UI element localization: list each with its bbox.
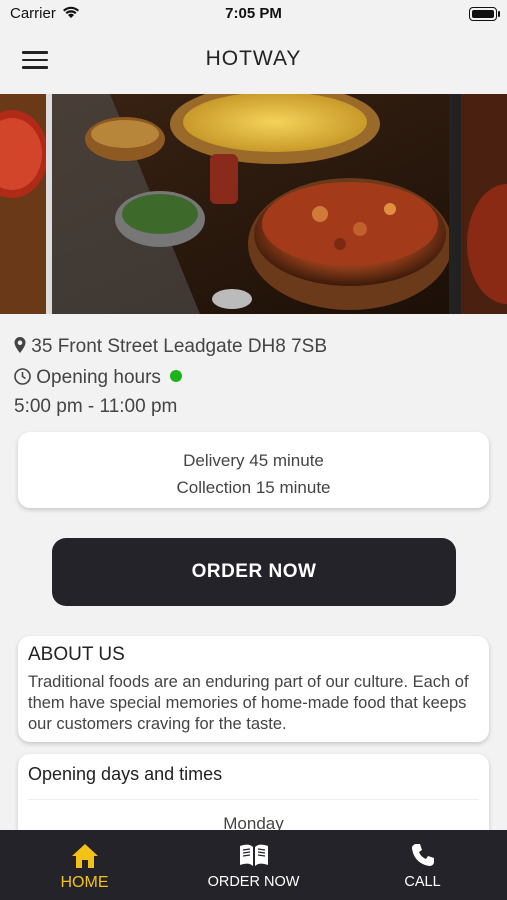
home-icon [0, 842, 169, 872]
tab-call[interactable]: CALL [338, 830, 507, 900]
status-time: 7:05 PM [225, 5, 282, 22]
tab-home-label: HOME [60, 874, 109, 891]
order-now-button[interactable]: ORDER NOW [52, 538, 456, 606]
delivery-time-text: Delivery 45 minute [183, 451, 324, 470]
status-bar: Carrier 7:05 PM [0, 0, 507, 30]
opening-days-heading: Opening days and times [28, 764, 479, 800]
delivery-times-card: Delivery 45 minute Collection 15 minute [18, 432, 489, 508]
about-us-heading: ABOUT US [28, 644, 125, 665]
about-us-card: ABOUT US Traditional foods are an enduri… [18, 636, 489, 742]
hero-food-image [0, 94, 507, 314]
opening-hours-row: Opening hours [14, 367, 183, 389]
location-pin-icon [14, 336, 26, 357]
tab-call-label: CALL [404, 874, 441, 890]
address-text[interactable]: 35 Front Street Leadgate DH8 7SB [31, 336, 327, 357]
tab-order-now[interactable]: ORDER NOW [169, 830, 338, 900]
opening-hours-label: Opening hours [36, 367, 161, 388]
address-row: 35 Front Street Leadgate DH8 7SB [14, 336, 327, 358]
open-status-dot [170, 370, 183, 382]
page-title: HOTWAY [205, 47, 302, 70]
collection-time-text: Collection 15 minute [176, 478, 331, 497]
menu-book-icon [169, 842, 338, 872]
phone-icon [338, 842, 507, 872]
tab-home[interactable]: HOME [0, 830, 169, 900]
tab-order-now-label: ORDER NOW [207, 874, 300, 890]
opening-hours-value: 5:00 pm - 11:00 pm [14, 396, 178, 417]
app-header: HOTWAY [0, 30, 507, 90]
about-us-text: Traditional foods are an enduring part o… [28, 673, 469, 733]
bottom-tab-bar: HOME ORDER NOW CALL [0, 830, 507, 900]
clock-icon [14, 367, 31, 388]
battery-icon [469, 7, 500, 21]
